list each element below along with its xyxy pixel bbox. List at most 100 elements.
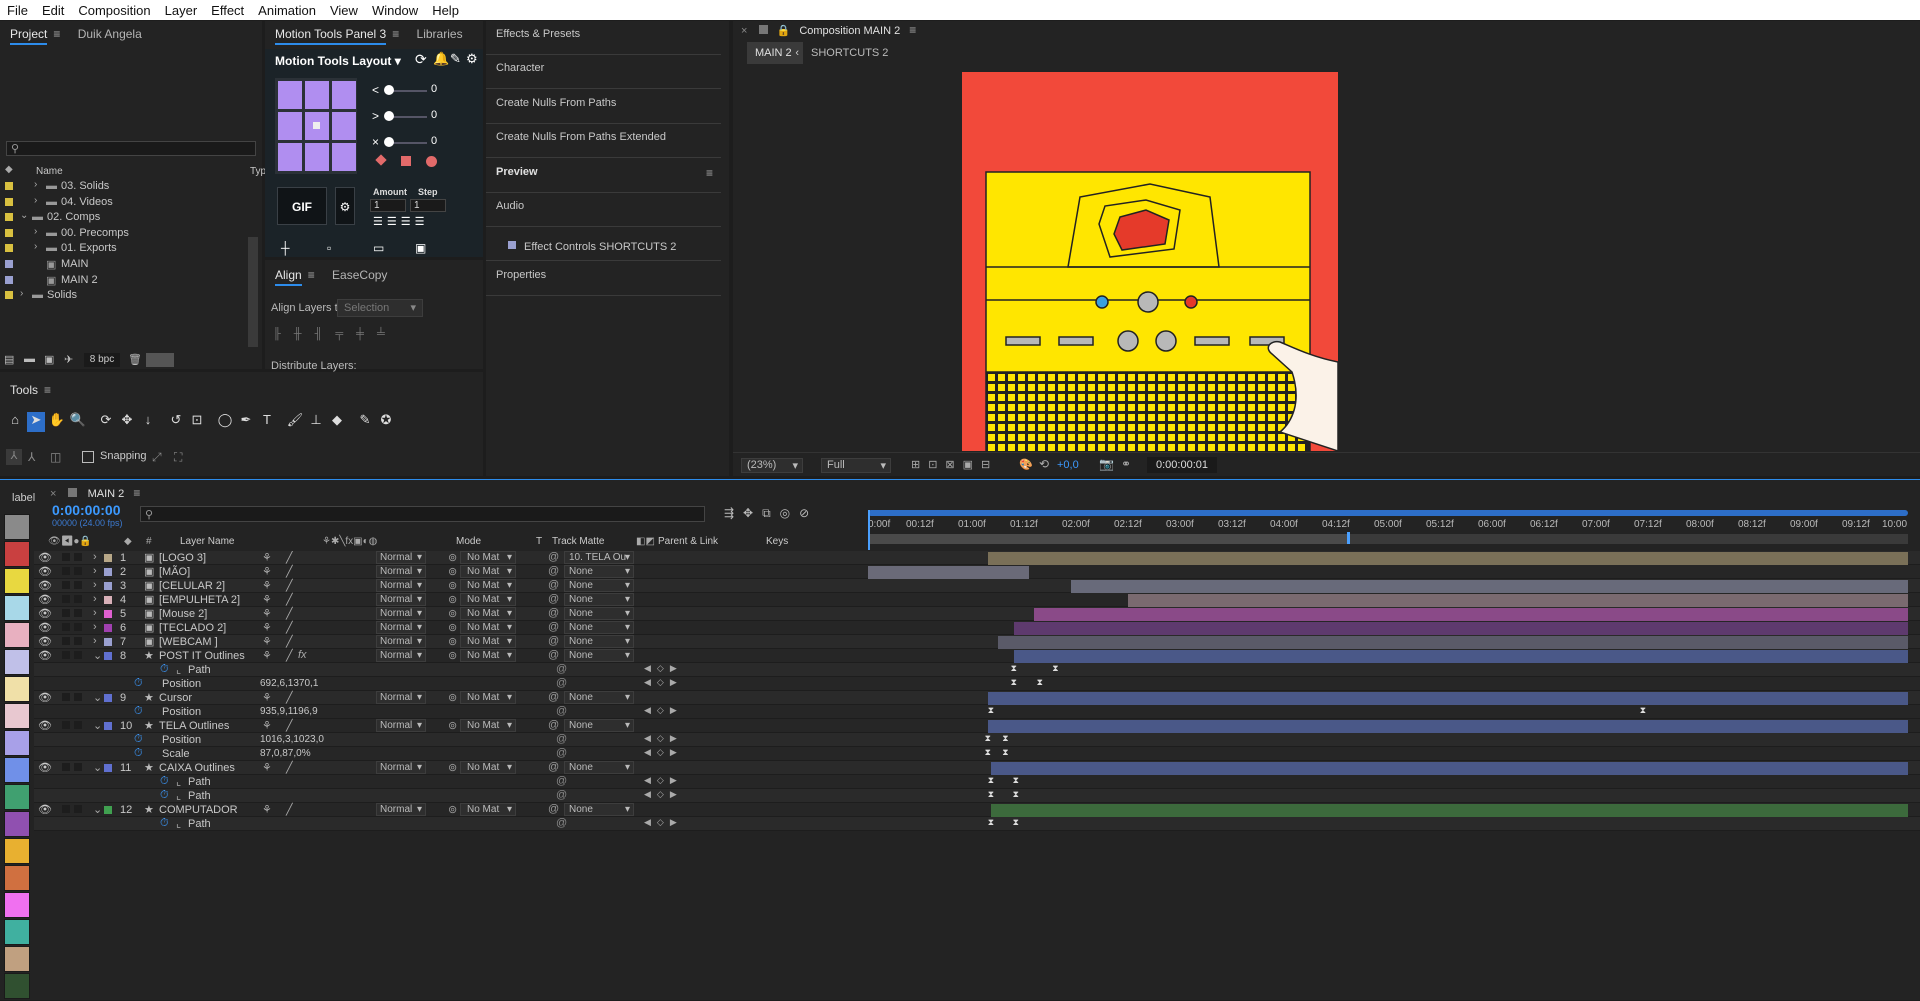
- layer-label-swatch[interactable]: [104, 610, 112, 618]
- quality-icon[interactable]: ╱: [286, 719, 293, 732]
- label-color[interactable]: [4, 973, 30, 999]
- table-row[interactable]: 👁 ⌄ 9 ★ Cursor ⚘ ╱ Normal ▾ ⊚ No Mat ▾ @ None ▾: [34, 691, 1920, 705]
- keyframe-nav[interactable]: ◀◇▶: [644, 817, 683, 828]
- keyframe-icon[interactable]: ⧗: [988, 775, 994, 786]
- layer-label-swatch[interactable]: [104, 624, 112, 632]
- refresh-icon[interactable]: ⟳: [415, 51, 427, 68]
- keyframe-icon[interactable]: ⧗: [988, 705, 994, 716]
- label-color[interactable]: [4, 514, 30, 540]
- pickwhip-icon[interactable]: @: [548, 649, 559, 661]
- table-row[interactable]: 👁 › 6 ▣ [TECLADO 2] ⚘ ╱ Normal ▾ ⊚ No Mat ▾ @ None ▾: [34, 621, 1920, 635]
- label-color[interactable]: [4, 703, 30, 729]
- keyframe-icon[interactable]: ⧗: [1052, 663, 1058, 674]
- switch-boxes[interactable]: [320, 609, 354, 617]
- label-color[interactable]: [4, 757, 30, 783]
- pickwhip-icon[interactable]: @: [548, 719, 559, 731]
- chevron-down-icon[interactable]: ⌄: [93, 719, 102, 732]
- snap-opt1-icon[interactable]: ⤢: [152, 450, 162, 465]
- mode-dropdown[interactable]: Normal ▾: [376, 579, 426, 592]
- property-value[interactable]: 87,0,87,0%: [260, 748, 311, 759]
- clone-icon[interactable]: ⊥: [307, 412, 325, 432]
- layer-duration-bar[interactable]: [998, 636, 1908, 649]
- tab-easecopy[interactable]: EaseCopy: [332, 268, 387, 282]
- matte-link-icon[interactable]: ⊚: [448, 649, 457, 662]
- chevron-right-icon[interactable]: ›: [93, 621, 97, 633]
- shy-icon[interactable]: ⚘: [262, 691, 272, 704]
- layer-duration-bar[interactable]: [990, 804, 1908, 817]
- quality-icon[interactable]: ╱: [286, 803, 293, 816]
- chevron-right-icon[interactable]: ›: [93, 593, 97, 605]
- panel-item-effect-controls-shortcuts-2[interactable]: Effect Controls SHORTCUTS 2: [486, 227, 721, 262]
- switch-boxes[interactable]: [320, 721, 354, 729]
- property-row[interactable]: ⏱ ⌞ Path @ ◀◇▶ ⧗ ⧗: [34, 663, 1920, 677]
- keyframe-nav[interactable]: ◀◇▶: [644, 705, 683, 716]
- chevron-right-icon[interactable]: ›: [34, 195, 37, 206]
- anchor-cell[interactable]: [278, 112, 302, 140]
- label-color[interactable]: [4, 595, 30, 621]
- eraser-icon[interactable]: ◆: [328, 412, 346, 432]
- gear-icon[interactable]: ⚙: [466, 51, 478, 67]
- project-item[interactable]: › ▬ 00. Precomps: [0, 226, 246, 241]
- chevron-right-icon[interactable]: ›: [93, 579, 97, 591]
- keyframe-icon[interactable]: ⧗: [1011, 663, 1017, 674]
- lock-box[interactable]: [74, 595, 82, 603]
- col-type[interactable]: Typ: [250, 166, 266, 177]
- exposure-reset-icon[interactable]: ⟲: [1039, 457, 1049, 471]
- solo-box[interactable]: [62, 805, 70, 813]
- chevron-down-icon[interactable]: ⌄: [93, 761, 102, 774]
- mode-dropdown[interactable]: Normal ▾: [376, 593, 426, 606]
- track-matte-dropdown[interactable]: No Mat ▾: [460, 691, 516, 704]
- property-value[interactable]: 1016,3,1023,0: [260, 734, 324, 745]
- property-value[interactable]: 935,9,1196,9: [260, 706, 318, 717]
- shy-icon[interactable]: ⚘: [262, 551, 272, 564]
- layer-name[interactable]: [WEBCAM ]: [159, 636, 218, 648]
- label-color[interactable]: [4, 811, 30, 837]
- property-value[interactable]: 692,6,1370,1: [260, 678, 318, 689]
- eye-icon[interactable]: 👁: [38, 579, 52, 592]
- layer-label-swatch[interactable]: [104, 568, 112, 576]
- matte-link-icon[interactable]: ⊚: [448, 607, 457, 620]
- color-swatch[interactable]: [146, 353, 174, 367]
- parent-dropdown[interactable]: None ▾: [564, 761, 634, 774]
- matte-link-icon[interactable]: ⊚: [448, 593, 457, 606]
- diamond-key-icon[interactable]: [375, 154, 387, 166]
- comp-tab-shortcuts2[interactable]: SHORTCUTS 2: [811, 47, 888, 59]
- slider-thumb[interactable]: [384, 85, 394, 95]
- lock-box[interactable]: [74, 637, 82, 645]
- menu-composition[interactable]: Composition: [71, 3, 157, 18]
- tab-motion-tools[interactable]: Motion Tools Panel 3: [275, 27, 387, 45]
- col-name[interactable]: Name: [36, 166, 63, 177]
- selection-icon[interactable]: ➤: [27, 412, 45, 432]
- graph-icon[interactable]: ⌞: [176, 663, 181, 676]
- anchor-cell[interactable]: [278, 143, 302, 171]
- shy-icon[interactable]: ⚘: [262, 621, 272, 634]
- lock-box[interactable]: [74, 623, 82, 631]
- panel-item-properties[interactable]: Properties: [486, 262, 721, 296]
- pickwhip-icon[interactable]: @: [548, 691, 559, 703]
- composition-canvas[interactable]: [962, 72, 1338, 451]
- chevron-right-icon[interactable]: ›: [93, 551, 97, 563]
- layer-label-swatch[interactable]: [104, 638, 112, 646]
- label-color[interactable]: [4, 676, 30, 702]
- quality-icon[interactable]: ╱: [286, 551, 293, 564]
- comp-timecode[interactable]: 0:00:00:01: [1147, 457, 1217, 473]
- solo-box[interactable]: [62, 651, 70, 659]
- chevron-right-icon[interactable]: ›: [34, 179, 37, 190]
- shy-icon[interactable]: ⚘: [262, 719, 272, 732]
- slider-value[interactable]: 0: [431, 135, 437, 147]
- switch-boxes[interactable]: [320, 763, 354, 771]
- label-color[interactable]: [4, 892, 30, 918]
- project-item[interactable]: › ▬ 03. Solids: [0, 179, 246, 194]
- mode-dropdown[interactable]: Normal ▾: [376, 719, 426, 732]
- anchor-cell[interactable]: [332, 81, 356, 109]
- menu-icon[interactable]: ≡: [44, 383, 51, 397]
- layer-label-swatch[interactable]: [104, 554, 112, 562]
- stopwatch-icon[interactable]: ⏱: [134, 747, 143, 760]
- lock-box[interactable]: [74, 763, 82, 771]
- layer-name[interactable]: TELA Outlines: [159, 720, 229, 732]
- project-search-input[interactable]: ⚲: [6, 141, 256, 156]
- tab-align[interactable]: Align: [275, 268, 302, 286]
- project-item[interactable]: › ▬ 04. Videos: [0, 195, 246, 210]
- parent-dropdown[interactable]: None ▾: [564, 565, 634, 578]
- eye-icon[interactable]: 👁: [38, 593, 52, 606]
